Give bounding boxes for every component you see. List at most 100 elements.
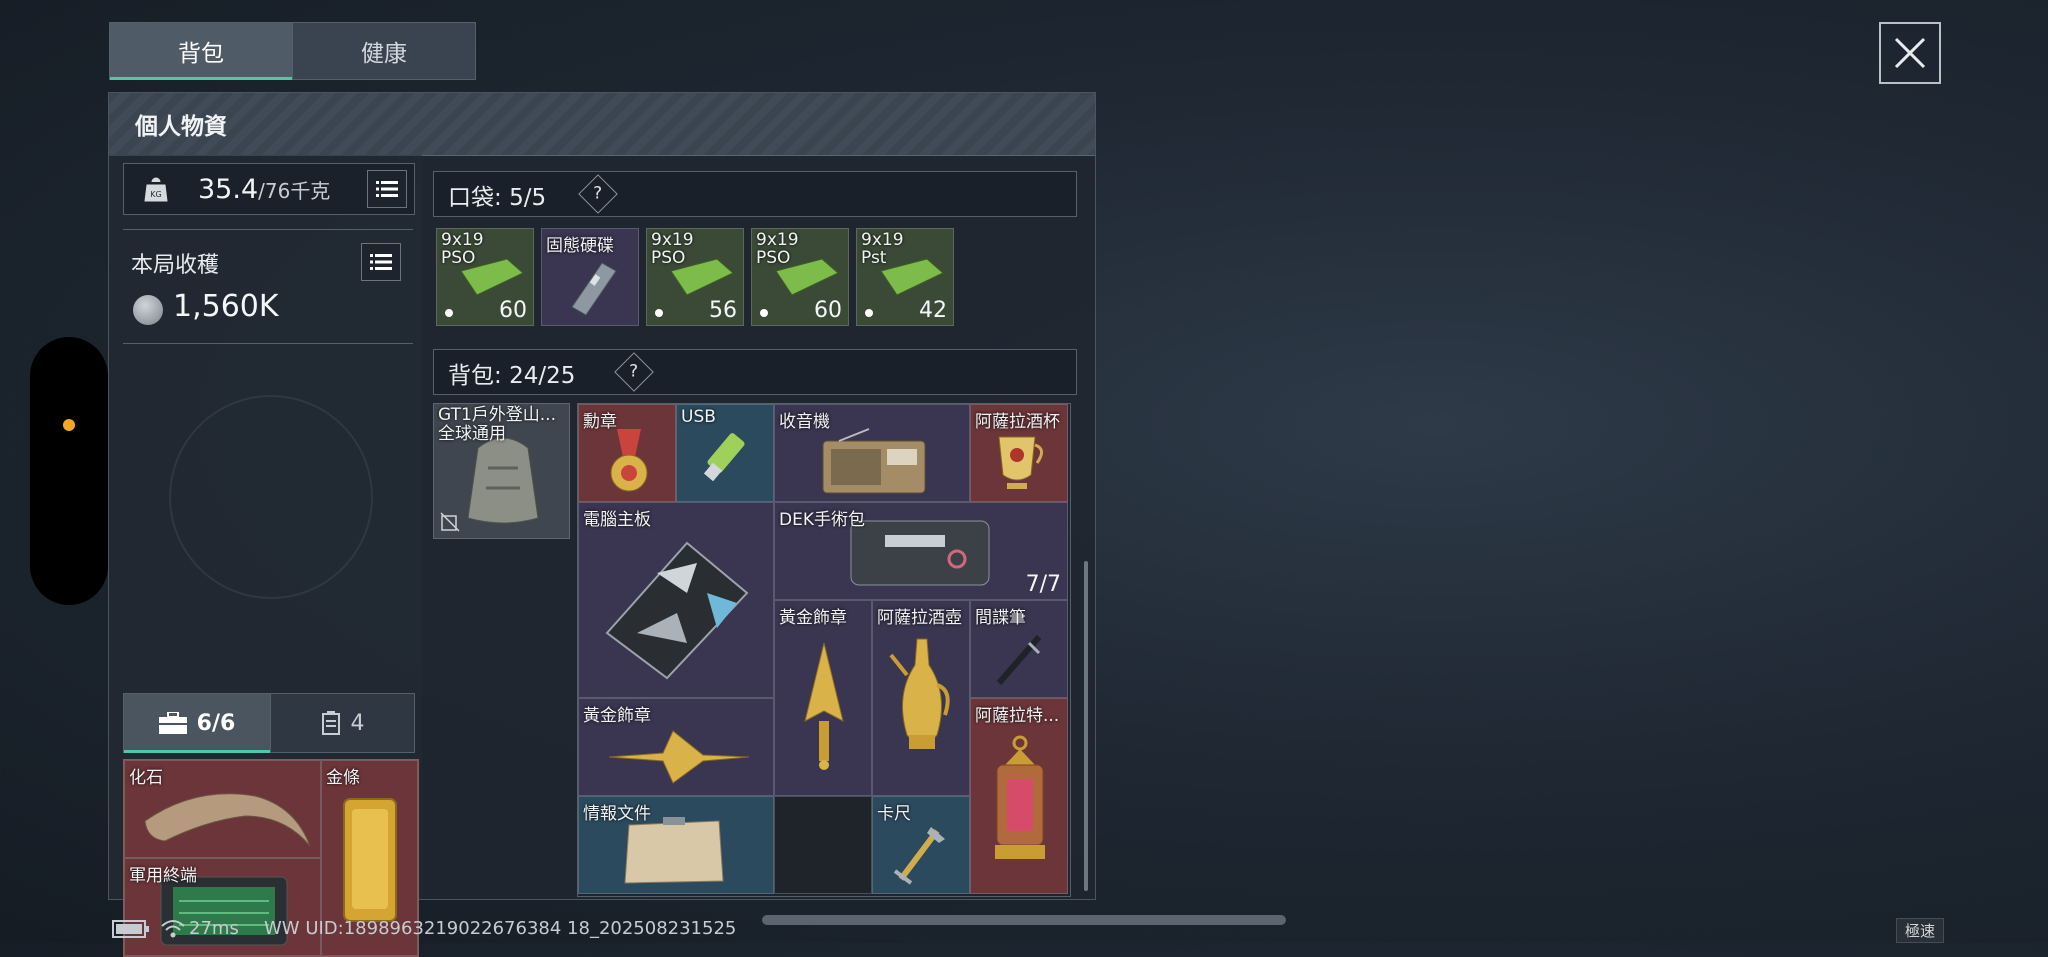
- empty-slot[interactable]: [774, 796, 872, 894]
- divider: [123, 229, 413, 230]
- item-asara-lantern[interactable]: 阿薩拉特...: [970, 698, 1068, 894]
- battery-icon: [112, 920, 149, 938]
- pocket-title: 口袋: 5/5: [448, 178, 546, 212]
- item-label: 9x19 PSO: [756, 230, 799, 268]
- item-label: 9x19 Pst: [861, 230, 904, 268]
- item-label: 黃金飾章: [583, 706, 651, 726]
- item-label: 卡尺: [877, 804, 911, 824]
- notice-dot: [63, 419, 75, 431]
- item-count: 42: [919, 298, 947, 323]
- gold-emblem-icon: [804, 642, 844, 770]
- item-label: 勳章: [583, 412, 617, 432]
- haul-list-button[interactable]: [361, 243, 401, 281]
- safe-other-count: 4: [350, 710, 365, 736]
- usb-icon: [703, 433, 745, 482]
- item-label: 阿薩拉酒壺: [877, 608, 962, 628]
- medal-icon: [610, 429, 648, 492]
- item-intel-document[interactable]: 情報文件: [578, 796, 774, 894]
- motherboard-icon: [605, 541, 749, 680]
- horizontal-scrollbar[interactable]: [762, 915, 1286, 925]
- pocket-slot[interactable]: 9x19 PSO 60: [436, 228, 534, 326]
- uid-text: WW UID:1898963219022676384 18_2025082315…: [264, 918, 737, 939]
- pocket-help-button[interactable]: ?: [578, 174, 618, 214]
- item-count: 60: [499, 298, 527, 323]
- item-motherboard[interactable]: 電腦主板: [578, 502, 774, 698]
- item-count: 60: [814, 298, 842, 323]
- backpack-grid: 勳章 USB 收音機 阿薩拉酒杯 電腦主板 DEK手術包 7/7 黃金飾章 阿薩…: [577, 403, 1071, 897]
- list-icon: [370, 254, 392, 270]
- item-label: 阿薩拉酒杯: [975, 412, 1060, 432]
- item-asara-cup[interactable]: 阿薩拉酒杯: [970, 404, 1068, 502]
- tab-safe-other[interactable]: 4: [270, 693, 415, 753]
- equipped-backpack[interactable]: GT1戶外登山... 全球通用: [433, 403, 570, 539]
- fossil-icon: [144, 793, 311, 847]
- item-count: 7/7: [1025, 572, 1061, 597]
- item-radio[interactable]: 收音機: [774, 404, 970, 502]
- item-gold-emblem[interactable]: 黃金飾章: [774, 600, 872, 796]
- container-icon: [321, 711, 340, 735]
- pocket-slot[interactable]: 固態硬碟: [541, 228, 639, 326]
- side-handle[interactable]: [30, 337, 108, 605]
- tab-backpack-label: 背包: [178, 41, 224, 67]
- help-icon: ?: [593, 184, 603, 204]
- item-label: USB: [681, 407, 716, 427]
- weight-box: KG 35.4/76千克: [123, 163, 415, 215]
- list-icon: [376, 181, 398, 197]
- item-usb[interactable]: USB: [676, 404, 774, 502]
- item-label: 黃金飾章: [779, 608, 847, 628]
- radio-icon: [822, 428, 926, 494]
- speed-badge: 極速: [1896, 918, 1945, 943]
- item-label: 收音機: [779, 412, 830, 432]
- pen-icon: [996, 635, 1042, 685]
- divider: [123, 343, 413, 344]
- item-spy-pen[interactable]: 間諜筆: [970, 600, 1068, 698]
- weight-current: 35.4: [198, 174, 259, 205]
- coin-icon: [133, 295, 163, 325]
- ssd-icon: [571, 262, 617, 316]
- pocket-header: 口袋: 5/5 ?: [433, 171, 1077, 217]
- weight-list-button[interactable]: [367, 170, 407, 208]
- equipped-backpack-label: GT1戶外登山... 全球通用: [438, 405, 556, 444]
- haul-label: 本局收穫: [131, 253, 220, 278]
- pocket-label: 口袋:: [448, 185, 502, 211]
- panel-title: 個人物資: [135, 114, 227, 140]
- emblem-watermark: [169, 395, 373, 599]
- panel-header: 個人物資: [109, 93, 1095, 156]
- item-label: 9x19 PSO: [651, 230, 694, 268]
- item-fossil[interactable]: 化石: [124, 760, 321, 858]
- item-label: DEK手術包: [779, 510, 865, 530]
- help-icon: ?: [629, 362, 639, 382]
- item-military-terminal[interactable]: 軍用終端: [124, 858, 321, 956]
- tab-health[interactable]: 健康: [292, 22, 476, 80]
- svg-text:KG: KG: [150, 190, 161, 199]
- item-label: 阿薩拉特...: [975, 706, 1060, 726]
- briefcase-icon: [158, 712, 187, 734]
- inventory-panel: 個人物資 KG 35.4/76千克 本局收穫 1,560K 6/6 4 化石 金…: [108, 92, 1096, 957]
- slot-dot: [865, 309, 873, 317]
- item-label: 金條: [326, 768, 360, 788]
- weight-max: /76千克: [258, 179, 331, 203]
- item-label: 固態硬碟: [546, 236, 614, 256]
- lantern-icon: [995, 735, 1045, 859]
- unequip-icon[interactable]: [440, 512, 460, 532]
- backpack-scrollbar[interactable]: [1084, 561, 1088, 891]
- backpack-help-button[interactable]: ?: [614, 352, 654, 392]
- pocket-slot[interactable]: 9x19 Pst 42: [856, 228, 954, 326]
- item-caliper[interactable]: 卡尺: [872, 796, 970, 894]
- item-dek-surgical-kit[interactable]: DEK手術包 7/7: [774, 502, 1068, 600]
- gold-emblem-icon: [608, 730, 750, 784]
- item-asara-jug[interactable]: 阿薩拉酒壺: [872, 600, 970, 796]
- pocket-slot[interactable]: 9x19 PSO 56: [646, 228, 744, 326]
- surgical-kit-icon: [850, 520, 990, 586]
- close-icon: [1894, 37, 1926, 69]
- close-button[interactable]: [1879, 22, 1941, 84]
- item-label: 9x19 PSO: [441, 230, 484, 268]
- slot-dot: [655, 309, 663, 317]
- jug-icon: [889, 638, 950, 749]
- item-medal[interactable]: 勳章: [578, 404, 676, 502]
- item-gold-emblem-2[interactable]: 黃金飾章: [578, 698, 774, 796]
- caliper-icon: [893, 827, 945, 885]
- tab-backpack[interactable]: 背包: [109, 22, 293, 80]
- tab-safe-case[interactable]: 6/6: [123, 693, 271, 753]
- pocket-slot[interactable]: 9x19 PSO 60: [751, 228, 849, 326]
